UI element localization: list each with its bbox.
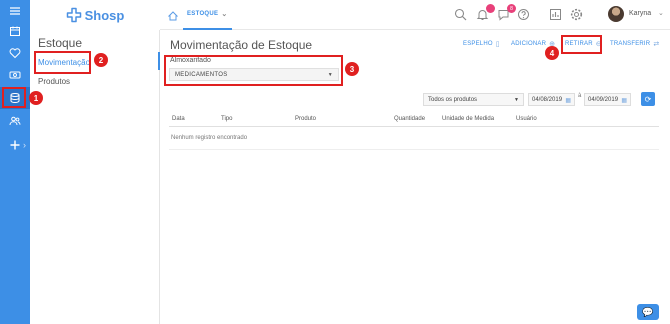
date-from-value: 04/08/2019 (532, 97, 563, 103)
user-menu-chevron-icon[interactable]: ⌄ (658, 9, 664, 17)
product-filter-value: Todos os produtos (428, 97, 478, 103)
transfer-icon: ⇄ (653, 41, 660, 48)
column-header-quantidade[interactable]: Quantidade (394, 116, 425, 122)
dropdown-arrow-icon: ▼ (514, 97, 519, 103)
annotation-number-2: 2 (94, 53, 108, 67)
gear-icon[interactable] (570, 8, 583, 21)
subnav-item-produtos[interactable]: Produtos (38, 77, 70, 86)
bell-icon[interactable] (476, 4, 495, 21)
calendar-icon[interactable]: ▦ (565, 97, 571, 104)
document-icon: ▯ (495, 41, 500, 48)
table-divider (169, 149, 659, 150)
annotation-number-1: 1 (29, 91, 43, 105)
column-header-produto[interactable]: Produto (295, 116, 316, 122)
empty-message: Nenhum registro encontrado (171, 135, 248, 141)
heart-icon[interactable] (0, 42, 30, 64)
annotation-number-3: 3 (345, 62, 359, 76)
logo-text: Shosp (84, 7, 125, 23)
expand-rail-icon[interactable]: › (23, 140, 26, 150)
transferir-button[interactable]: TRANSFERIR ⇄ (610, 40, 659, 48)
date-from-input[interactable]: 04/08/2019 ▦ (528, 93, 575, 106)
column-header-usuario[interactable]: Usuário (516, 116, 537, 122)
column-header-data[interactable]: Data (172, 116, 185, 122)
user-name[interactable]: Karyna (629, 10, 651, 17)
annotation-number-4: 4 (545, 46, 559, 60)
top-bar: ESTOQUE ⌄ 8 Karyna ⌄ (160, 0, 670, 30)
espelho-label: ESPELHO (463, 41, 493, 47)
table-header: Data Tipo Produto Quantidade Unidade de … (169, 112, 659, 127)
refresh-icon: ⟳ (644, 94, 652, 104)
annotation-box-4 (561, 35, 602, 54)
date-separator: à (578, 93, 582, 99)
annotation-box-2 (34, 51, 91, 74)
page-title: Movimentação de Estoque (170, 38, 313, 52)
annotation-box-3 (164, 55, 343, 86)
home-icon[interactable] (167, 9, 179, 21)
adicionar-label: ADICIONAR (511, 41, 547, 47)
section-title: Estoque (38, 36, 83, 50)
users-icon[interactable] (0, 110, 30, 132)
money-icon[interactable] (0, 64, 30, 86)
chat-bubble-icon: 💬 (642, 306, 654, 317)
refresh-button[interactable]: ⟳ (641, 92, 655, 106)
left-rail: › (0, 0, 30, 324)
date-to-value: 04/09/2019 (588, 97, 619, 103)
product-filter-select[interactable]: Todos os produtos ▼ (423, 93, 524, 106)
notification-badge (486, 4, 495, 13)
chat-badge: 8 (507, 4, 516, 13)
tab-estoque[interactable]: ESTOQUE ⌄ (183, 0, 232, 30)
reports-icon[interactable] (549, 8, 562, 21)
chevron-down-icon[interactable]: ⌄ (221, 10, 227, 18)
espelho-button[interactable]: ESPELHO ▯ (463, 40, 500, 48)
menu-icon[interactable] (0, 0, 30, 22)
support-chat-button[interactable]: 💬 (637, 304, 659, 320)
calendar-icon[interactable] (0, 20, 30, 42)
tab-estoque-label: ESTOQUE (187, 11, 219, 17)
logo[interactable]: Shosp (30, 0, 160, 30)
sub-navigation: Estoque Movimentação Produtos (30, 30, 160, 324)
logo-cross-icon (66, 7, 81, 23)
transferir-label: TRANSFERIR (610, 41, 651, 47)
column-header-tipo[interactable]: Tipo (221, 116, 232, 122)
date-to-input[interactable]: 04/09/2019 ▦ (584, 93, 631, 106)
search-icon[interactable] (454, 8, 467, 21)
column-header-unidade[interactable]: Unidade de Medida (442, 116, 494, 122)
calendar-icon[interactable]: ▦ (621, 97, 627, 104)
chat-icon[interactable]: 8 (497, 4, 516, 21)
avatar[interactable] (608, 6, 624, 22)
help-icon[interactable] (517, 8, 530, 21)
annotation-box-1 (2, 87, 26, 108)
app-window: › Shosp Estoque Movimentação Produtos ES… (0, 0, 670, 324)
